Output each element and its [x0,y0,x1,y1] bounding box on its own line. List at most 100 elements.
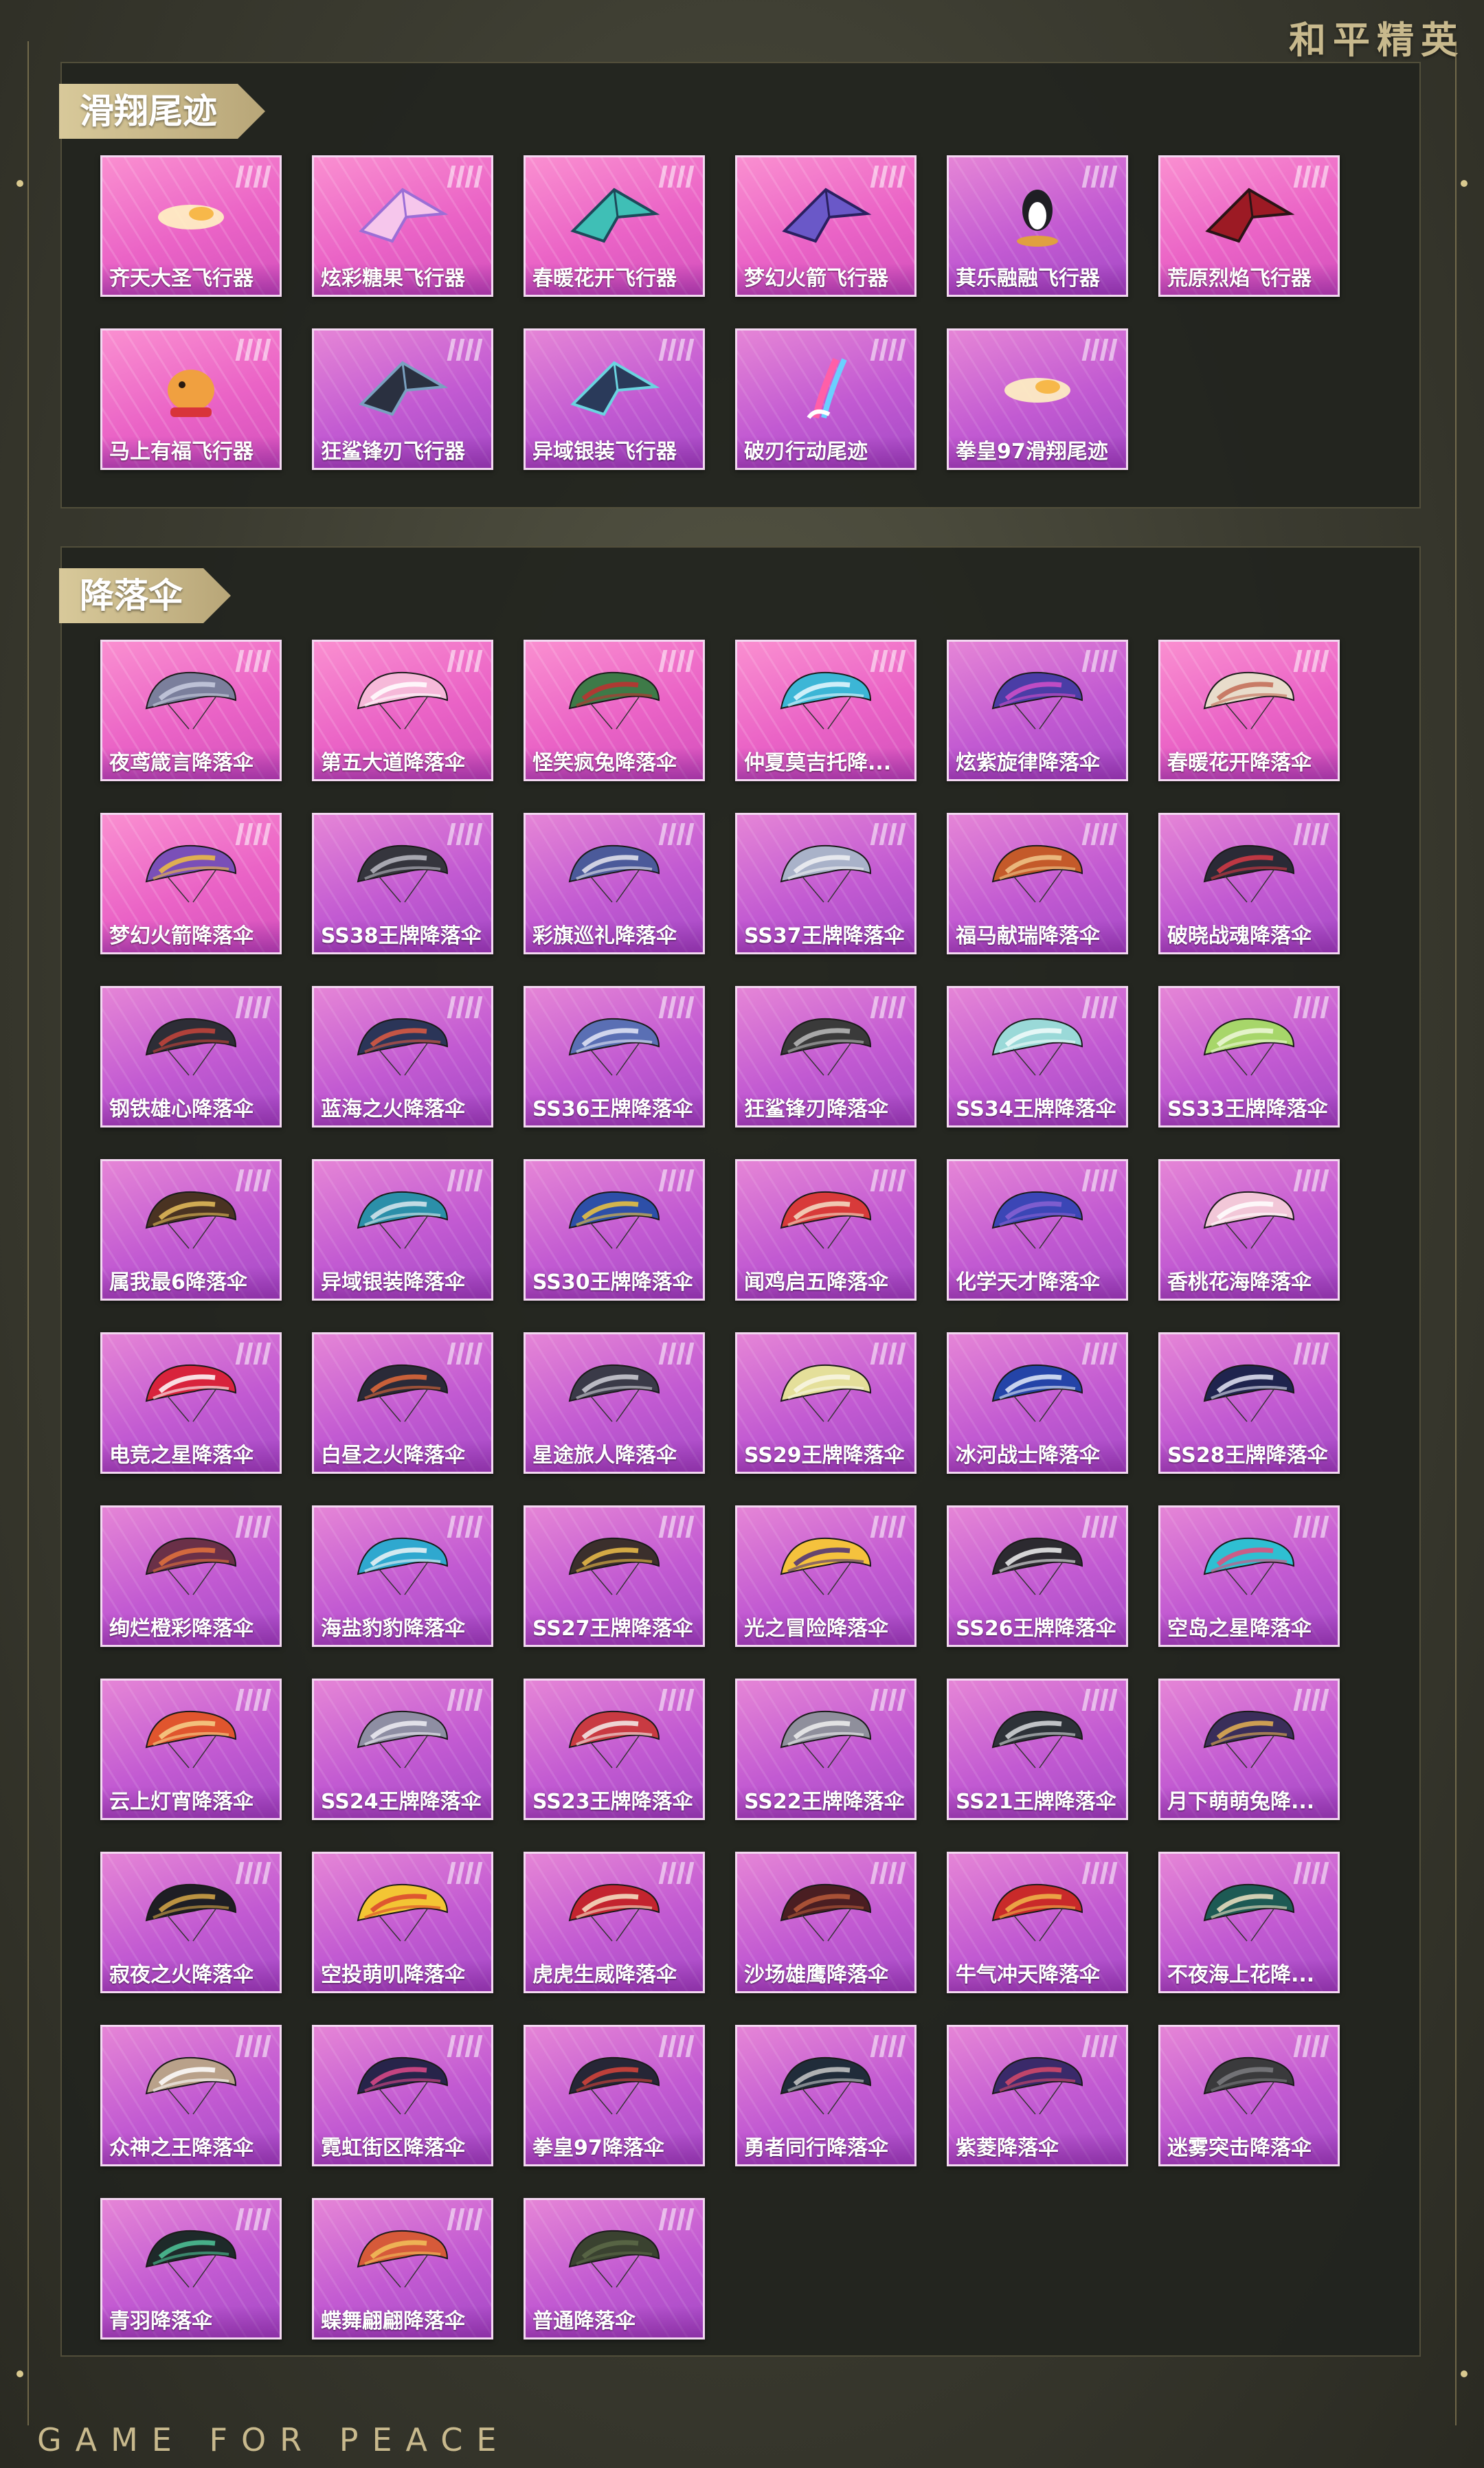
parachute-card[interactable]: 空岛之星降落伞 [1158,1505,1340,1647]
parachute-card[interactable]: 众神之王降落伞 [100,2025,282,2166]
item-label: 蓝海之火降落伞 [314,1094,491,1125]
parachute-card[interactable]: 炫紫旋律降落伞 [947,640,1128,781]
glider-trail-card[interactable]: 破刃行动尾迹 [735,328,917,470]
parachute-card[interactable]: 白昼之火降落伞 [312,1332,493,1474]
parachute-card[interactable]: 怪笑疯兔降落伞 [524,640,705,781]
parachute-card[interactable]: 沙场雄鹰降落伞 [735,1852,917,1993]
parachute-card[interactable]: 春暖花开降落伞 [1158,640,1340,781]
parachute-card[interactable]: 夜鸢箴言降落伞 [100,640,282,781]
parachute-card[interactable]: 寂夜之火降落伞 [100,1852,282,1993]
parachute-card[interactable]: SS29王牌降落伞 [735,1332,917,1474]
parachute-card[interactable]: SS28王牌降落伞 [1158,1332,1340,1474]
parachute-card[interactable]: 勇者同行降落伞 [735,2025,917,2166]
parachute-icon [357,1018,449,1076]
parachute-card[interactable]: 狂鲨锋刃降落伞 [735,986,917,1128]
parachute-card[interactable]: 青羽降落伞 [100,2198,282,2340]
parachute-card[interactable]: SS38王牌降落伞 [312,813,493,954]
item-label: 彩旗巡礼降落伞 [526,921,703,952]
parachute-card[interactable]: 星途旅人降落伞 [524,1332,705,1474]
glider-trail-card[interactable]: 异域银装飞行器 [524,328,705,470]
parachute-card[interactable]: SS27王牌降落伞 [524,1505,705,1647]
glider-trail-card[interactable]: 梦幻火箭飞行器 [735,155,917,297]
parachute-card[interactable]: 福马献瑞降落伞 [947,813,1128,954]
parachute-card[interactable]: SS34王牌降落伞 [947,986,1128,1128]
glider-trail-card[interactable]: 拳皇97滑翔尾迹 [947,328,1128,470]
parachute-card[interactable]: 不夜海上花降... [1158,1852,1340,1993]
item-label: SS36王牌降落伞 [526,1094,703,1125]
item-label: 炫紫旋律降落伞 [949,748,1126,779]
parachute-card[interactable]: 光之冒险降落伞 [735,1505,917,1647]
parachute-card[interactable]: 紫菱降落伞 [947,2025,1128,2166]
parachute-card[interactable]: SS37王牌降落伞 [735,813,917,954]
item-label: 香桃花海降落伞 [1160,1267,1338,1299]
item-label: SS23王牌降落伞 [526,1786,703,1818]
parachute-card[interactable]: 钢铁雄心降落伞 [100,986,282,1128]
parachute-card[interactable]: 牛气冲天降落伞 [947,1852,1128,1993]
parachute-card[interactable]: 冰河战士降落伞 [947,1332,1128,1474]
parachute-icon [780,671,872,730]
parachute-card[interactable]: 霓虹街区降落伞 [312,2025,493,2166]
parachute-icon [780,2056,872,2115]
glider-trail-card[interactable]: 马上有福飞行器 [100,328,282,470]
item-label: SS34王牌降落伞 [949,1094,1126,1125]
parachute-card[interactable]: 空投萌叽降落伞 [312,1852,493,1993]
brand-footer: GAME FOR PEACE [37,2421,510,2458]
parachute-card[interactable]: 第五大道降落伞 [312,640,493,781]
parachute-icon [1203,1537,1295,1595]
item-label: SS26王牌降落伞 [949,1613,1126,1645]
parachute-card[interactable]: 异域银装降落伞 [312,1159,493,1301]
parachute-icon [991,1191,1083,1249]
parachute-card[interactable]: 拳皇97降落伞 [524,2025,705,2166]
glider-trail-card[interactable]: 狂鲨锋刃飞行器 [312,328,493,470]
parachute-card[interactable]: SS21王牌降落伞 [947,1679,1128,1820]
parachute-card[interactable]: 香桃花海降落伞 [1158,1159,1340,1301]
parachute-card[interactable]: 化学天才降落伞 [947,1159,1128,1301]
parachute-card[interactable]: 破晓战魂降落伞 [1158,813,1340,954]
parachute-card[interactable]: SS33王牌降落伞 [1158,986,1340,1128]
item-label: 荒原烈焰飞行器 [1160,263,1338,295]
parachute-icon [1203,671,1295,730]
parachute-card[interactable]: 海盐豹豹降落伞 [312,1505,493,1647]
glider-trail-card[interactable]: 炫彩糖果飞行器 [312,155,493,297]
parachute-card[interactable]: SS36王牌降落伞 [524,986,705,1128]
parachute-icon [145,1364,237,1422]
parachute-card[interactable]: SS30王牌降落伞 [524,1159,705,1301]
glider-trail-panel: 滑翔尾迹 齐天大圣飞行器 炫彩糖果飞行器 春暖花开飞行器 梦幻火箭飞行器 萁乐融融飞行器… [60,62,1421,508]
flame-trail-icon [158,205,224,229]
parachute-card[interactable]: 普通降落伞 [524,2198,705,2340]
parachute-card[interactable]: SS22王牌降落伞 [735,1679,917,1820]
parachute-icon [1203,1883,1295,1942]
parachute-card[interactable]: 绚烂橙彩降落伞 [100,1505,282,1647]
parachute-card[interactable]: 迷雾突击降落伞 [1158,2025,1340,2166]
parachute-card[interactable]: SS26王牌降落伞 [947,1505,1128,1647]
parachute-icon [357,2056,449,2115]
glider-trail-card[interactable]: 萁乐融融飞行器 [947,155,1128,297]
parachute-card[interactable]: 蓝海之火降落伞 [312,986,493,1128]
glider-trail-card[interactable]: 春暖花开飞行器 [524,155,705,297]
parachute-card[interactable]: 云上灯宵降落伞 [100,1679,282,1820]
parachute-icon [357,844,449,903]
parachute-icon [357,671,449,730]
parachute-icon [780,1364,872,1422]
parachute-card[interactable]: 月下萌萌兔降... [1158,1679,1340,1820]
parachute-icon [568,844,660,903]
item-label: 夜鸢箴言降落伞 [102,748,280,779]
parachute-card[interactable]: 彩旗巡礼降落伞 [524,813,705,954]
parachute-card[interactable]: 仲夏莫吉托降... [735,640,917,781]
parachute-icon [991,1883,1083,1942]
wing-glider-icon [570,361,660,416]
parachute-card[interactable]: 虎虎生威降落伞 [524,1852,705,1993]
parachute-card[interactable]: 闻鸡启五降落伞 [735,1159,917,1301]
item-label: 光之冒险降落伞 [737,1613,914,1645]
parachute-card[interactable]: SS24王牌降落伞 [312,1679,493,1820]
glider-trail-card[interactable]: 齐天大圣飞行器 [100,155,282,297]
parachute-card[interactable]: 梦幻火箭降落伞 [100,813,282,954]
item-label: SS24王牌降落伞 [314,1786,491,1818]
item-label: 钢铁雄心降落伞 [102,1094,280,1125]
parachute-card[interactable]: 属我最6降落伞 [100,1159,282,1301]
parachute-card[interactable]: 蝶舞翩翩降落伞 [312,2198,493,2340]
edge-dot [1461,2370,1468,2377]
glider-trail-card[interactable]: 荒原烈焰飞行器 [1158,155,1340,297]
parachute-card[interactable]: 电竞之星降落伞 [100,1332,282,1474]
parachute-card[interactable]: SS23王牌降落伞 [524,1679,705,1820]
